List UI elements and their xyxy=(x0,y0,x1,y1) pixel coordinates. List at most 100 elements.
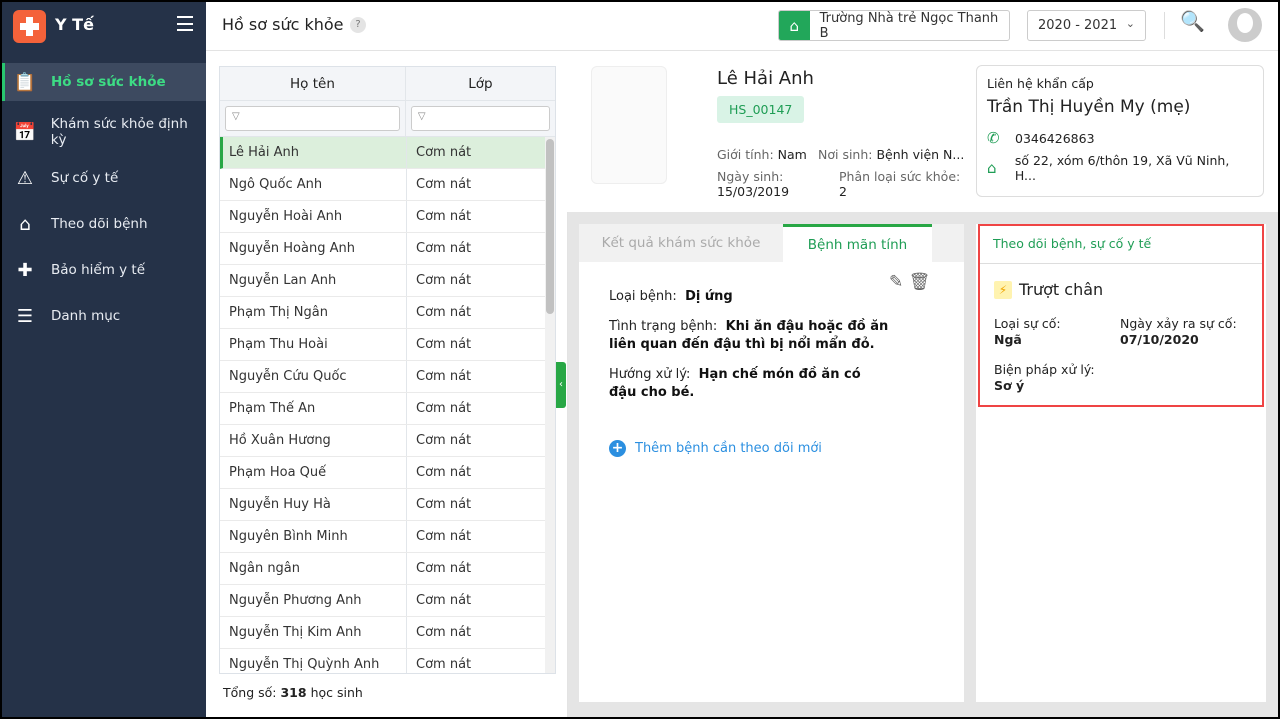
topbar: Hồ sơ sức khỏe ? ⌂ Trường Nhà trẻ Ngọc T… xyxy=(206,2,1278,51)
health-class: Phân loại sức khỏe: 2 xyxy=(839,169,961,199)
profile-section: Lê Hải Anh HS_00147 Giới tính: Nam Nơi s… xyxy=(567,52,1278,212)
cell-class: Cơm nát xyxy=(416,561,472,576)
cell-class: Cơm nát xyxy=(416,145,472,160)
incident-title: ⚡ Trượt chân xyxy=(994,280,1103,299)
table-row[interactable]: Nguyễn Hoàng Anh Cơm nát xyxy=(220,233,555,265)
sidebar-item-5[interactable]: ☰ Danh mục xyxy=(2,293,206,339)
page-title: Hồ sơ sức khỏe xyxy=(222,15,344,34)
contact-name: Trần Thị Huyền My (mẹ) xyxy=(987,97,1191,117)
search-chart-icon[interactable]: 🔍 xyxy=(1180,9,1205,33)
name-filter-input[interactable]: ▽ xyxy=(225,106,400,131)
app-logo xyxy=(13,10,46,43)
warning-icon: ⚠ xyxy=(16,167,34,189)
sidebar-item-3[interactable]: ⌂ Theo dõi bệnh xyxy=(2,201,206,247)
lightning-icon: ⚡ xyxy=(994,280,1012,299)
sidebar: Y Tế 📋 Hồ sơ sức khỏe 📅 Khám sức khỏe định … xyxy=(2,2,206,717)
emergency-contact: Liên hệ khẩn cấp Trần Thị Huyền My (mẹ) … xyxy=(976,65,1264,197)
incident-header: Theo dõi bệnh, sự cố y tế xyxy=(980,226,1262,264)
table-row[interactable]: Phạm Hoa Quế Cơm nát xyxy=(220,457,555,489)
sidebar-item-label: Bảo hiểm y tế xyxy=(51,262,146,278)
chevron-down-icon: ⌄ xyxy=(1125,17,1135,30)
contact-label: Liên hệ khẩn cấp xyxy=(987,76,1094,91)
table-row[interactable]: Hồ Xuân Hương Cơm nát xyxy=(220,425,555,457)
sidebar-item-label: Danh mục xyxy=(51,308,121,324)
cell-name: Nguyễn Hoàng Anh xyxy=(220,233,407,264)
sidebar-item-label: Theo dõi bệnh xyxy=(51,216,148,232)
table-row[interactable]: Nguyên Bình Minh Cơm nát xyxy=(220,521,555,553)
student-photo xyxy=(591,66,667,184)
cell-class: Cơm nát xyxy=(416,337,472,352)
cell-class: Cơm nát xyxy=(416,241,472,256)
cell-class: Cơm nát xyxy=(416,177,472,192)
school-icon: ⌂ xyxy=(779,11,810,40)
cell-class: Cơm nát xyxy=(416,529,472,544)
cell-name: Phạm Thu Hoài xyxy=(220,329,407,360)
year-value: 2020 - 2021 xyxy=(1038,18,1118,33)
table-row[interactable]: Phạm Thị Ngân Cơm nát xyxy=(220,297,555,329)
cell-name: Nguyễn Huy Hà xyxy=(220,489,407,520)
folder-list-icon: ☰ xyxy=(16,305,34,327)
table-row[interactable]: Ngô Quốc Anh Cơm nát xyxy=(220,169,555,201)
class-filter-input[interactable]: ▽ xyxy=(410,106,550,131)
avatar[interactable] xyxy=(1228,8,1262,42)
clipboard-user-icon: 📋 xyxy=(13,71,37,93)
cell-name: Nguyễn Hoài Anh xyxy=(220,201,407,232)
disease-status: Tình trạng bệnh: Khi ăn đậu hoặc đồ ăn l… xyxy=(609,319,889,352)
student-name: Lê Hải Anh xyxy=(717,68,814,89)
cell-class: Cơm nát xyxy=(416,433,472,448)
student-code-badge: HS_00147 xyxy=(717,96,805,123)
year-select[interactable]: 2020 - 2021 ⌄ xyxy=(1027,10,1146,41)
incident-card: Theo dõi bệnh, sự cố y tế ⚡ Trượt chân Lo… xyxy=(976,224,1266,702)
sidebar-item-label: Sự cố y tế xyxy=(51,170,119,186)
cell-name: Nguyễn Thị Quỳnh Anh xyxy=(220,649,407,673)
student-table: Họ tên Lớp ▽ ▽ Lê Hải Anh Cơm nát Ngô Quốc A… xyxy=(219,66,556,674)
cell-class: Cơm nát xyxy=(416,369,472,384)
column-header-name[interactable]: Họ tên xyxy=(220,67,406,100)
school-selector[interactable]: ⌂ Trường Nhà trẻ Ngọc Thanh B xyxy=(778,10,1010,41)
trash-icon[interactable]: 🗑 xyxy=(909,272,931,292)
home-icon: ⌂ xyxy=(987,159,997,177)
table-row[interactable]: Nguyễn Thị Quỳnh Anh Cơm nát xyxy=(220,649,555,673)
tab-health-results[interactable]: Kết quả khám sức khỏe xyxy=(579,224,783,262)
total-count: Tổng số: 318 học sinh xyxy=(223,685,363,700)
add-disease-link[interactable]: + Thêm bệnh cần theo dõi mới xyxy=(609,440,822,457)
incident-highlight: Theo dõi bệnh, sự cố y tế ⚡ Trượt chân Lo… xyxy=(978,224,1264,407)
table-row[interactable]: Nguyễn Phương Anh Cơm nát xyxy=(220,585,555,617)
table-row[interactable]: Nguyễn Thị Kim Anh Cơm nát xyxy=(220,617,555,649)
scrollbar[interactable] xyxy=(545,137,555,673)
table-row[interactable]: Nguyễn Lan Anh Cơm nát xyxy=(220,265,555,297)
disease-card: Kết quả khám sức khỏe Bệnh mãn tính ✎ 🗑 … xyxy=(579,224,964,702)
cell-class: Cơm nát xyxy=(416,273,472,288)
table-row[interactable]: Ngân ngân Cơm nát xyxy=(220,553,555,585)
cell-name: Phạm Thế An xyxy=(220,393,407,424)
menu-icon[interactable] xyxy=(177,16,193,31)
sidebar-item-4[interactable]: ✚ Bảo hiểm y tế xyxy=(2,247,206,293)
sidebar-item-2[interactable]: ⚠ Sự cố y tế xyxy=(2,155,206,201)
cell-name: Nguyễn Thị Kim Anh xyxy=(220,617,407,648)
sidebar-item-0[interactable]: 📋 Hồ sơ sức khỏe xyxy=(2,63,206,101)
birthplace: Nơi sinh: Bệnh viện N... xyxy=(818,147,965,162)
house-icon: ⌂ xyxy=(19,213,31,235)
collapse-handle[interactable]: ‹ xyxy=(556,362,566,408)
cell-name: Nguyễn Cứu Quốc xyxy=(220,361,407,392)
gender: Giới tính: Nam xyxy=(717,147,807,162)
table-row[interactable]: Nguyễn Huy Hà Cơm nát xyxy=(220,489,555,521)
cell-name: Nguyên Bình Minh xyxy=(220,521,407,552)
contact-phone: 0346426863 xyxy=(1015,130,1095,146)
table-row[interactable]: Nguyễn Cứu Quốc Cơm nát xyxy=(220,361,555,393)
cell-class: Cơm nát xyxy=(416,209,472,224)
column-header-class[interactable]: Lớp xyxy=(406,67,555,100)
sidebar-item-1[interactable]: 📅 Khám sức khỏe định kỳ xyxy=(2,109,206,155)
cell-name: Ngô Quốc Anh xyxy=(220,169,407,200)
sidebar-item-label: Hồ sơ sức khỏe xyxy=(51,74,166,90)
table-row[interactable]: Nguyễn Hoài Anh Cơm nát xyxy=(220,201,555,233)
table-row[interactable]: Phạm Thế An Cơm nát xyxy=(220,393,555,425)
cell-class: Cơm nát xyxy=(416,593,472,608)
disease-treatment: Hướng xử lý: Hạn chế món đồ ăn có đậu ch… xyxy=(609,367,861,400)
tab-chronic-disease[interactable]: Bệnh mãn tính xyxy=(783,224,932,262)
help-icon[interactable]: ? xyxy=(350,17,366,33)
table-row[interactable]: Lê Hải Anh Cơm nát xyxy=(220,137,555,169)
cell-name: Nguyễn Lan Anh xyxy=(220,265,407,296)
table-row[interactable]: Phạm Thu Hoài Cơm nát xyxy=(220,329,555,361)
cell-name: Phạm Thị Ngân xyxy=(220,297,407,328)
